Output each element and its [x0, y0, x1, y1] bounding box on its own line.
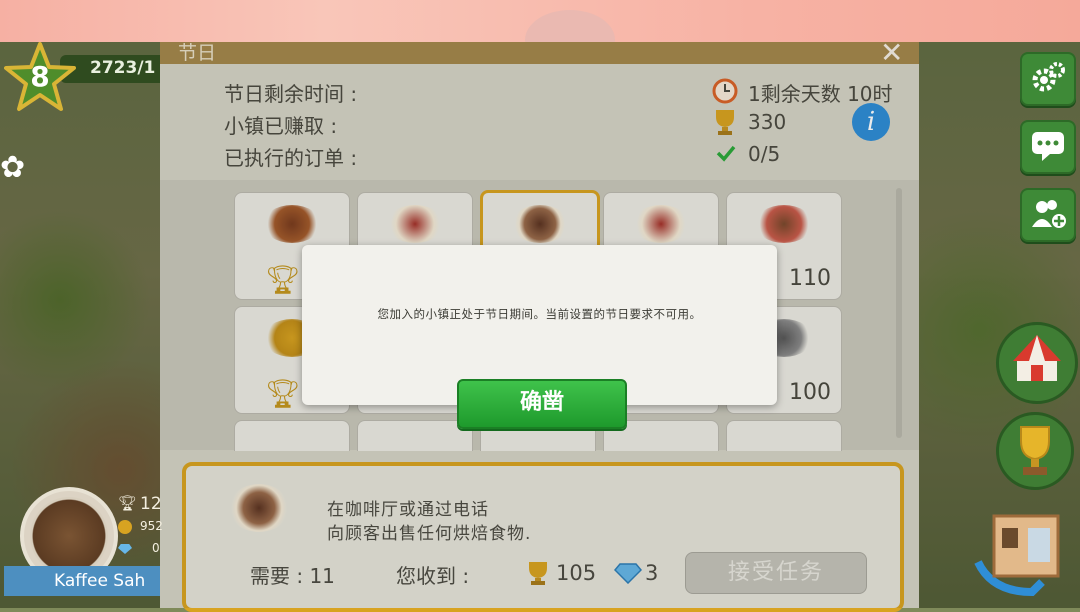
shop-icon	[974, 514, 1060, 597]
chat-button[interactable]	[1020, 120, 1076, 174]
chat-icon	[1032, 132, 1064, 161]
trophy-icon: 🏆︎	[118, 494, 138, 512]
trophy-icon	[1020, 426, 1050, 475]
gear-icon	[1032, 62, 1065, 92]
circus-tent-icon	[1013, 335, 1061, 381]
add-friend-button[interactable]	[1020, 188, 1076, 242]
ok-button[interactable]: 确凿	[457, 379, 627, 429]
player-level: 8	[30, 60, 50, 93]
xp-text: 2723/1	[90, 58, 156, 78]
dialog-message: 您加入的小镇正处于节日期间。当前设置的节日要求不可用。	[377, 307, 702, 321]
player-gems: 0	[152, 541, 160, 555]
add-friend-icon	[1032, 200, 1066, 228]
coffee-beans-icon	[30, 497, 108, 575]
home-shop-button[interactable]	[972, 502, 1072, 598]
player-trophies: 12	[140, 494, 162, 514]
settings-button[interactable]	[1020, 52, 1076, 106]
festival-tent-button[interactable]	[996, 322, 1078, 404]
trophy-button[interactable]	[996, 412, 1074, 490]
flower-icon: ✿	[0, 150, 26, 185]
player-name: Kaffee Sah	[4, 566, 160, 596]
coin-icon	[118, 520, 132, 534]
player-coins: 952	[140, 519, 163, 533]
